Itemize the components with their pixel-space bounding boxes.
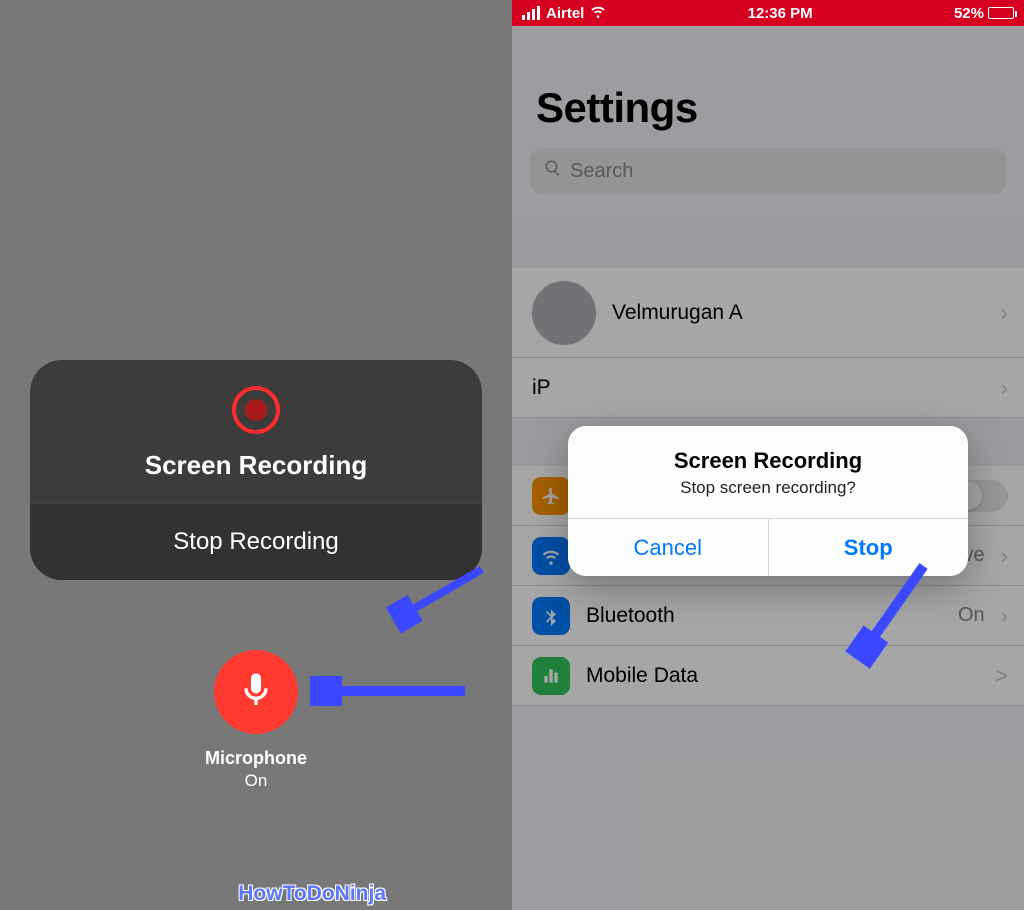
microphone-state: On <box>0 771 512 791</box>
microphone-label: Microphone <box>0 748 512 769</box>
record-icon <box>232 386 280 434</box>
status-bar: Airtel 12:36 PM 52% <box>512 0 1024 26</box>
carrier-name: Airtel <box>546 5 584 22</box>
microphone-toggle[interactable] <box>214 650 298 734</box>
microphone-label-group: Microphone On <box>0 748 512 791</box>
stop-recording-alert: Screen Recording Stop screen recording? … <box>568 426 968 576</box>
stop-button[interactable]: Stop <box>768 519 969 576</box>
alert-title: Screen Recording <box>588 448 948 474</box>
battery-icon <box>988 7 1014 19</box>
wifi-icon <box>590 3 606 23</box>
screen-recording-card: Screen Recording Stop Recording <box>30 360 482 580</box>
watermark: HowToDoNinja <box>238 882 386 906</box>
cancel-button[interactable]: Cancel <box>568 519 768 576</box>
card-title: Screen Recording <box>50 450 462 481</box>
stop-recording-button[interactable]: Stop Recording <box>30 503 482 580</box>
battery-pct: 52% <box>954 5 984 22</box>
signal-icon <box>522 6 540 20</box>
microphone-icon <box>236 670 276 715</box>
settings-panel: Airtel 12:36 PM 52% Settings Search Velm… <box>512 0 1024 910</box>
annotation-arrow <box>310 676 470 706</box>
alert-message: Stop screen recording? <box>588 478 948 498</box>
status-time: 12:36 PM <box>606 5 954 22</box>
control-center-panel: Screen Recording Stop Recording Micropho… <box>0 0 512 910</box>
card-header: Screen Recording <box>30 360 482 503</box>
